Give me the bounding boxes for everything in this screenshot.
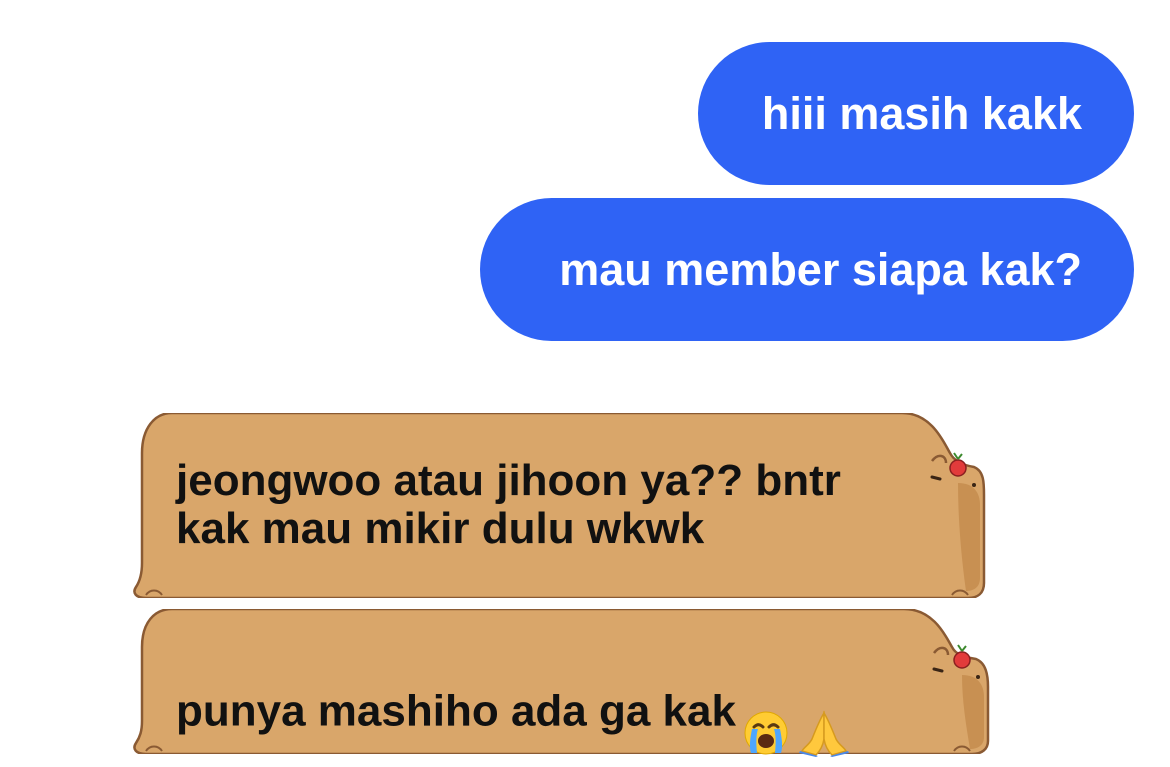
message-bubble-incoming[interactable]: punya mashiho ada ga kak bbox=[132, 609, 990, 757]
message-text: jeongwoo atau jihoon ya?? bntr kak mau m… bbox=[176, 456, 841, 553]
message-bubble-incoming[interactable]: jeongwoo atau jihoon ya?? bntr kak mau m… bbox=[132, 413, 987, 598]
message-text: mau member siapa kak? bbox=[559, 244, 1082, 295]
message-bubble-outgoing[interactable]: mau member siapa kak? bbox=[480, 198, 1134, 341]
chat-thread: hiii masih kakk mau member siapa kak? je… bbox=[0, 0, 1170, 764]
loudly-crying-face-icon bbox=[742, 661, 790, 767]
message-text: punya mashiho ada ga kak bbox=[176, 661, 852, 767]
message-text: hiii masih kakk bbox=[761, 88, 1082, 139]
message-text-content: punya mashiho ada ga kak bbox=[176, 686, 736, 736]
message-bubble-outgoing[interactable]: hiii masih kakk bbox=[698, 42, 1134, 185]
folded-hands-icon bbox=[796, 661, 852, 767]
